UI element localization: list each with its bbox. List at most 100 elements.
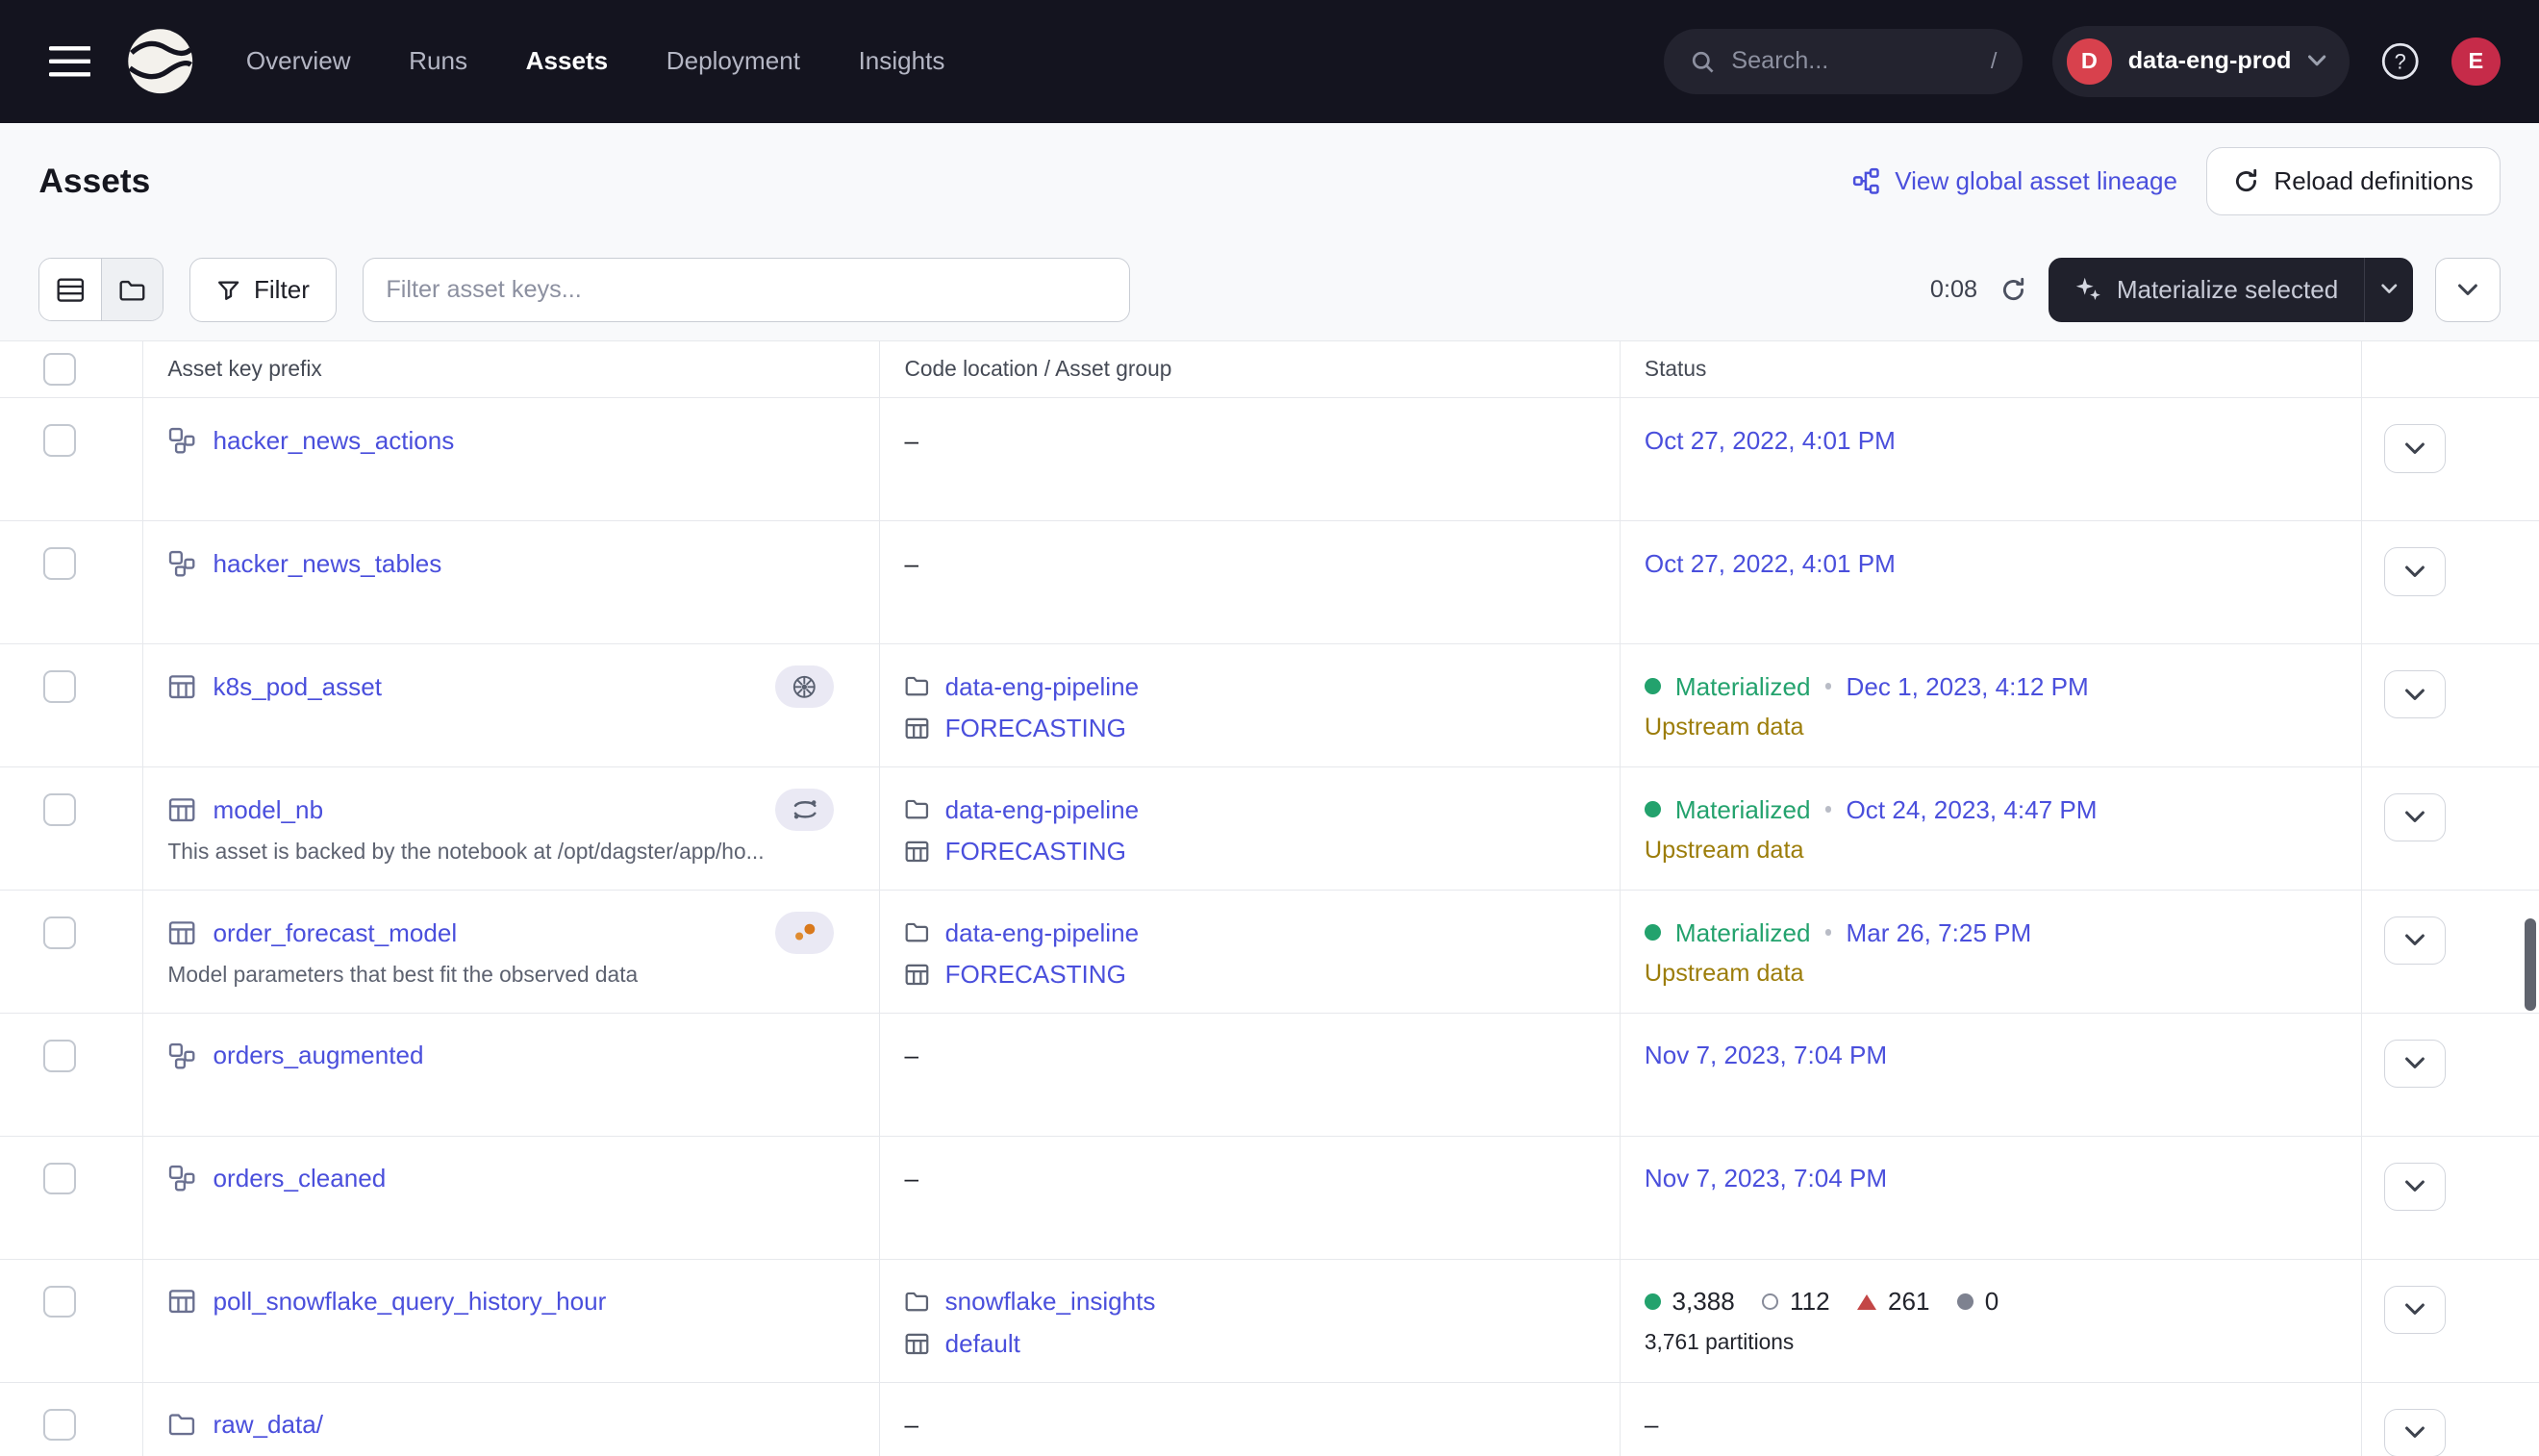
select-all-checkbox[interactable]	[43, 353, 76, 386]
group-icon	[167, 426, 196, 455]
user-avatar[interactable]: E	[2451, 38, 2501, 87]
materialization-date-link[interactable]: Mar 26, 7:25 PM	[1847, 914, 2032, 952]
table-row: hacker_news_tables–Oct 27, 2022, 4:01 PM	[0, 521, 2539, 644]
table-icon	[167, 918, 196, 947]
row-checkbox[interactable]	[43, 793, 76, 826]
row-checkbox[interactable]	[43, 1163, 76, 1195]
code-location-link[interactable]: data-eng-pipeline	[945, 791, 1140, 829]
materialize-button-group: Materialize selected	[2049, 258, 2413, 322]
table-row: poll_snowflake_query_history_hour snowfla…	[0, 1260, 2539, 1383]
asset-link[interactable]: poll_snowflake_query_history_hour	[214, 1282, 607, 1320]
asset-link[interactable]: model_nb	[214, 791, 324, 829]
table-row: hacker_news_actions–Oct 27, 2022, 4:01 P…	[0, 398, 2539, 521]
asset-link[interactable]: order_forecast_model	[214, 914, 458, 952]
row-checkbox[interactable]	[43, 424, 76, 457]
scatter-icon	[791, 919, 819, 945]
asset-link[interactable]: raw_data/	[214, 1405, 324, 1443]
row-expand-button[interactable]	[2384, 1040, 2446, 1089]
table-row: orders_augmented–Nov 7, 2023, 7:04 PM	[0, 1014, 2539, 1137]
asset-link[interactable]: k8s_pod_asset	[214, 667, 382, 706]
asset-description: This asset is backed by the notebook at …	[143, 839, 842, 865]
nav-runs[interactable]: Runs	[409, 46, 467, 76]
partition-count-value: 3,388	[1672, 1282, 1735, 1320]
row-expand-button[interactable]	[2384, 670, 2446, 719]
svg-text:?: ?	[2395, 50, 2406, 74]
asset-group-icon	[904, 839, 930, 865]
row-expand-button[interactable]	[2384, 1409, 2446, 1456]
scrollbar-thumb[interactable]	[2525, 918, 2536, 1011]
table-row: orders_cleaned–Nov 7, 2023, 7:04 PM	[0, 1137, 2539, 1260]
separator-dot	[1825, 683, 1832, 690]
row-expand-button[interactable]	[2384, 793, 2446, 842]
search-placeholder: Search...	[1731, 47, 1828, 75]
funnel-icon	[216, 278, 240, 302]
materialize-options-button[interactable]	[2364, 258, 2413, 322]
materialization-date-link[interactable]: Oct 27, 2022, 4:01 PM	[1645, 426, 1896, 455]
partition-count: 261	[1857, 1282, 1929, 1320]
materialization-date-link[interactable]: Nov 7, 2023, 7:04 PM	[1645, 1041, 1887, 1069]
view-global-asset-lineage-link[interactable]: View global asset lineage	[1852, 166, 2177, 196]
asset-group-icon	[904, 1331, 930, 1357]
deployment-switcher[interactable]: D data-eng-prod	[2052, 26, 2350, 97]
asset-link[interactable]: orders_augmented	[214, 1036, 424, 1074]
deployment-badge: D	[2067, 38, 2112, 84]
row-expand-button[interactable]	[2384, 547, 2446, 596]
group-icon	[167, 1042, 196, 1070]
row-expand-button[interactable]	[2384, 424, 2446, 473]
asset-group-link[interactable]: FORECASTING	[945, 955, 1126, 993]
group-icon	[167, 1164, 196, 1192]
folder-view-button[interactable]	[101, 259, 163, 320]
asset-link[interactable]: orders_cleaned	[214, 1159, 387, 1197]
refresh-button[interactable]	[2000, 277, 2026, 303]
asset-group-link[interactable]: FORECASTING	[945, 832, 1126, 870]
asset-link[interactable]: hacker_news_actions	[214, 421, 455, 460]
code-location-link[interactable]: data-eng-pipeline	[945, 667, 1140, 706]
reload-definitions-button[interactable]: Reload definitions	[2206, 147, 2500, 215]
scatter-badge	[775, 912, 834, 954]
asset-link[interactable]: hacker_news_tables	[214, 544, 442, 583]
folder-icon	[167, 1410, 196, 1439]
asset-key-filter-input[interactable]	[363, 258, 1130, 322]
deployment-name: data-eng-prod	[2128, 47, 2292, 75]
row-checkbox[interactable]	[43, 1409, 76, 1442]
nav-overview[interactable]: Overview	[246, 46, 351, 76]
nav-insights[interactable]: Insights	[859, 46, 945, 76]
folder-view-icon	[119, 279, 145, 302]
collapse-rows-button[interactable]	[2435, 258, 2500, 322]
page-header: Assets View global asset lineage Reload …	[0, 123, 2539, 239]
materialize-button-label: Materialize selected	[2117, 275, 2338, 305]
filter-button[interactable]: Filter	[189, 258, 337, 322]
row-checkbox[interactable]	[43, 1286, 76, 1318]
materialization-date-link[interactable]: Nov 7, 2023, 7:04 PM	[1645, 1164, 1887, 1192]
help-button[interactable]: ?	[2378, 39, 2422, 83]
global-search-input[interactable]: Search... /	[1664, 29, 2024, 93]
materialized-label: Materialized	[1675, 791, 1811, 829]
table-body: hacker_news_actions–Oct 27, 2022, 4:01 P…	[0, 398, 2539, 1455]
asset-group-link[interactable]: default	[945, 1324, 1020, 1363]
row-checkbox[interactable]	[43, 916, 76, 949]
flat-view-button[interactable]	[39, 259, 101, 320]
table-icon	[167, 1287, 196, 1316]
asset-description: Model parameters that best fit the obser…	[143, 962, 842, 988]
row-expand-button[interactable]	[2384, 916, 2446, 966]
materialization-date-link[interactable]: Oct 27, 2022, 4:01 PM	[1645, 549, 1896, 578]
row-checkbox[interactable]	[43, 670, 76, 703]
row-expand-button[interactable]	[2384, 1163, 2446, 1212]
row-expand-button[interactable]	[2384, 1286, 2446, 1335]
code-location-link[interactable]: data-eng-pipeline	[945, 914, 1140, 952]
menu-button[interactable]	[38, 36, 100, 88]
code-location-link[interactable]: snowflake_insights	[945, 1282, 1156, 1320]
chevron-down-icon	[2404, 934, 2426, 946]
asset-group-link[interactable]: FORECASTING	[945, 709, 1126, 747]
materialization-date-link[interactable]: Oct 24, 2023, 4:47 PM	[1847, 791, 2098, 829]
materialization-date-link[interactable]: Dec 1, 2023, 4:12 PM	[1847, 667, 2089, 706]
row-checkbox[interactable]	[43, 1040, 76, 1072]
row-checkbox[interactable]	[43, 547, 76, 580]
refresh-countdown: 0:08	[1930, 276, 1977, 304]
materialize-selected-button[interactable]: Materialize selected	[2049, 258, 2364, 322]
partition-count: 0	[1957, 1282, 1999, 1320]
nav-deployment[interactable]: Deployment	[666, 46, 800, 76]
partition-counts: 3,3881122610	[1645, 1282, 2361, 1320]
chevron-down-icon	[2457, 284, 2478, 296]
nav-assets[interactable]: Assets	[526, 46, 609, 76]
